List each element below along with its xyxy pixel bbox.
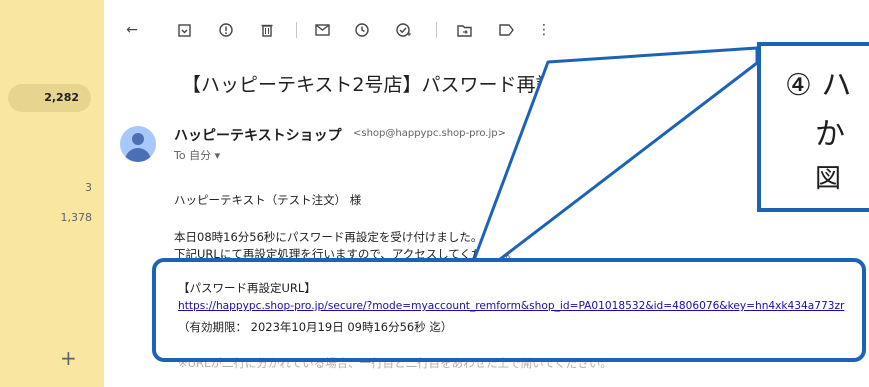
annotation-callout: ④ ハ か 図 xyxy=(757,42,869,212)
callout-line1: ④ ハ xyxy=(785,68,852,103)
callout-line3: 図 xyxy=(815,164,842,194)
callout-line2: か xyxy=(815,117,845,152)
annotation-highlight-box xyxy=(152,258,866,362)
